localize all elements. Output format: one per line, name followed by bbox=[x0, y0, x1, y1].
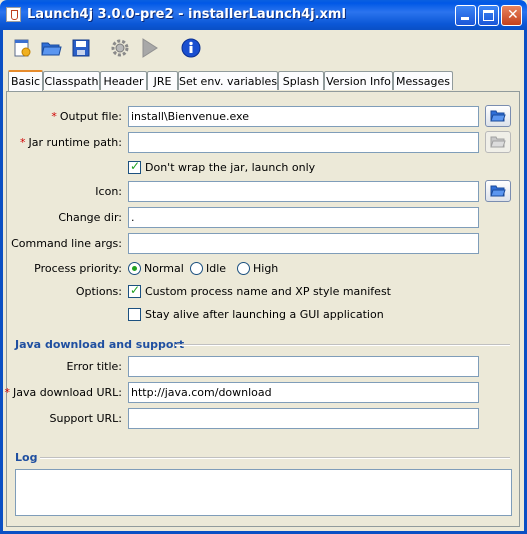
custom-process-label: Custom process name and XP style manifes… bbox=[145, 285, 391, 298]
java-download-url-input[interactable]: http://java.com/download bbox=[128, 382, 479, 403]
icon-label: Icon: bbox=[95, 185, 122, 198]
java-app-icon bbox=[6, 7, 21, 22]
output-file-label: * Output file: bbox=[51, 110, 122, 123]
priority-idle-radio[interactable] bbox=[190, 262, 203, 275]
save-icon[interactable] bbox=[70, 37, 92, 59]
close-button[interactable]: ✕ bbox=[501, 5, 522, 26]
jar-runtime-path-input[interactable] bbox=[128, 132, 479, 153]
close-icon: ✕ bbox=[507, 7, 519, 23]
custom-process-checkbox[interactable]: ✓ bbox=[128, 283, 141, 298]
tab-classpath[interactable]: Classpath bbox=[43, 71, 100, 90]
log-textarea[interactable] bbox=[15, 469, 512, 516]
support-url-input[interactable] bbox=[128, 408, 479, 429]
cmd-args-label: Command line args: bbox=[11, 237, 122, 250]
open-folder-icon bbox=[490, 185, 506, 197]
priority-high-label: High bbox=[253, 262, 279, 275]
icon-input[interactable] bbox=[128, 181, 479, 202]
support-url-label: Support URL: bbox=[49, 412, 122, 425]
output-file-browse-button[interactable] bbox=[485, 105, 511, 127]
maximize-icon bbox=[483, 10, 494, 21]
tab-version-info[interactable]: Version Info bbox=[324, 71, 393, 90]
cmd-args-input[interactable] bbox=[128, 233, 479, 254]
java-download-url-label: * Java download URL: bbox=[4, 386, 122, 399]
open-folder-icon bbox=[490, 136, 506, 148]
priority-normal-label: Normal bbox=[144, 262, 184, 275]
log-section-title: Log bbox=[15, 451, 38, 464]
tab-set-env-variables[interactable]: Set env. variables bbox=[178, 71, 278, 90]
stay-alive-checkbox[interactable] bbox=[128, 308, 141, 321]
section-divider bbox=[175, 344, 510, 346]
section-divider bbox=[40, 457, 510, 459]
checkmark-icon: ✓ bbox=[130, 159, 141, 173]
icon-browse-button[interactable] bbox=[485, 180, 511, 202]
minimize-icon bbox=[461, 17, 469, 20]
window-title: Launch4j 3.0.0-pre2 - installerLaunch4j.… bbox=[27, 7, 346, 22]
change-dir-label: Change dir: bbox=[58, 211, 122, 224]
title-bar: Launch4j 3.0.0-pre2 - installerLaunch4j.… bbox=[0, 0, 527, 30]
jar-runtime-path-browse-button[interactable] bbox=[485, 131, 511, 153]
open-folder-icon[interactable] bbox=[40, 37, 62, 59]
priority-normal-radio[interactable] bbox=[128, 262, 141, 275]
checkmark-icon: ✓ bbox=[130, 283, 141, 297]
tab-header[interactable]: Header bbox=[100, 71, 147, 90]
options-label: Options: bbox=[75, 285, 122, 298]
priority-high-radio[interactable] bbox=[237, 262, 250, 275]
stay-alive-label: Stay alive after launching a GUI applica… bbox=[145, 308, 384, 321]
error-title-label: Error title: bbox=[66, 360, 122, 373]
build-gear-icon[interactable] bbox=[109, 37, 131, 59]
error-title-input[interactable] bbox=[128, 356, 479, 377]
open-folder-icon bbox=[490, 110, 506, 122]
minimize-button[interactable] bbox=[455, 5, 476, 26]
run-icon[interactable] bbox=[139, 37, 161, 59]
process-priority-label: Process priority: bbox=[34, 262, 122, 275]
java-download-section-title: Java download and support bbox=[15, 338, 185, 351]
maximize-button[interactable] bbox=[478, 5, 499, 26]
tab-jre[interactable]: JRE bbox=[147, 71, 178, 90]
output-file-input[interactable]: install\Bienvenue.exe bbox=[128, 106, 479, 127]
tab-messages[interactable]: Messages bbox=[393, 71, 453, 90]
tab-basic[interactable]: Basic bbox=[8, 70, 43, 91]
new-file-icon[interactable] bbox=[11, 37, 33, 59]
dont-wrap-label: Don't wrap the jar, launch only bbox=[145, 161, 316, 174]
info-icon[interactable] bbox=[180, 37, 202, 59]
change-dir-input[interactable]: . bbox=[128, 207, 479, 228]
jar-runtime-path-label: * Jar runtime path: bbox=[19, 136, 122, 149]
dont-wrap-checkbox[interactable]: ✓ bbox=[128, 159, 141, 174]
tab-splash[interactable]: Splash bbox=[278, 71, 324, 90]
priority-idle-label: Idle bbox=[206, 262, 227, 275]
